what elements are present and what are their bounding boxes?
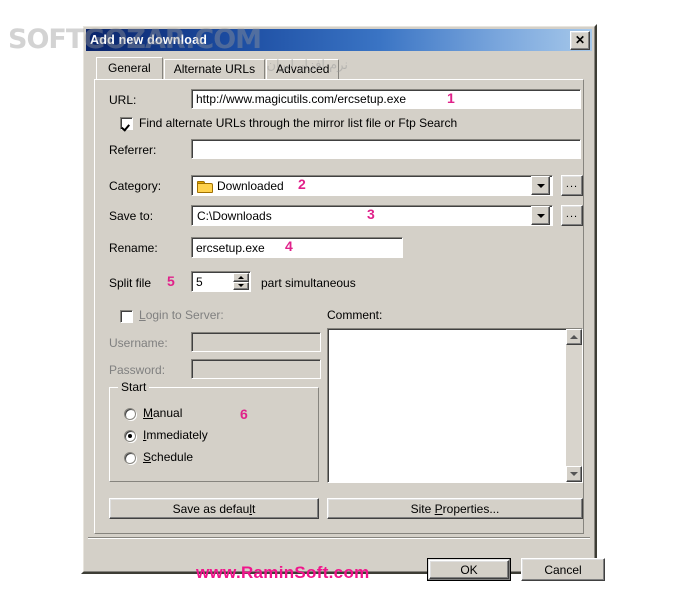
site-properties-label: Site Properties... — [410, 501, 500, 516]
split-file-value: 5 — [196, 274, 203, 289]
category-combo-text: Downloaded — [217, 178, 284, 193]
ok-button-label: OK — [429, 560, 509, 579]
login-label-rest: ogin to Server: — [145, 308, 224, 322]
radio-schedule-label: Schedule — [143, 450, 194, 464]
category-combo-value: Downloaded — [192, 179, 531, 193]
start-group-title: Start — [118, 380, 150, 394]
rename-label: Rename: — [109, 241, 158, 255]
close-icon[interactable]: ✕ — [570, 30, 590, 50]
split-file-suffix-label: part simultaneous — [261, 276, 356, 290]
comment-scrollbar[interactable] — [566, 329, 582, 482]
ok-button[interactable]: OK — [427, 558, 511, 581]
split-file-label: Split file — [109, 276, 152, 290]
category-browse-button[interactable]: ... — [561, 175, 583, 196]
save-to-label: Save to: — [109, 209, 154, 223]
rename-input[interactable]: ercsetup.exe — [191, 237, 403, 258]
stepper-up-icon[interactable] — [233, 273, 249, 282]
find-alternate-urls-checkbox[interactable] — [120, 117, 133, 130]
login-to-server-label: Login to Server: — [139, 308, 224, 322]
start-group: Start Manual Immediately Schedule 6 — [109, 380, 319, 482]
comment-label: Comment: — [327, 308, 383, 322]
tab-strip: General Alternate URLs Advanced — [86, 57, 592, 79]
comment-textarea[interactable] — [327, 328, 583, 483]
radio-manual[interactable] — [124, 408, 136, 420]
url-input[interactable]: http://www.magicutils.com/ercsetup.exe — [191, 89, 581, 109]
stepper-buttons[interactable] — [233, 273, 249, 290]
comment-text[interactable] — [328, 329, 566, 482]
category-combo[interactable]: Downloaded — [191, 175, 553, 196]
category-browse-label: ... — [565, 177, 579, 190]
save-to-browse-button[interactable]: ... — [561, 205, 583, 226]
tab-alternate-urls[interactable]: Alternate URLs — [163, 59, 266, 79]
referrer-label: Referrer: — [109, 143, 157, 157]
radio-manual-label: Manual — [143, 406, 183, 420]
username-input[interactable] — [191, 332, 321, 352]
footer-divider — [88, 537, 590, 539]
title-bar: Add new download ✕ — [86, 29, 592, 51]
site-properties-button[interactable]: Site Properties... — [327, 498, 583, 519]
radio-immediately-label: Immediately — [143, 428, 208, 442]
split-file-stepper[interactable]: 5 — [191, 271, 251, 292]
scroll-down-icon[interactable] — [566, 466, 582, 482]
save-to-browse-label: ... — [565, 207, 579, 220]
dialog-inner-frame: Add new download ✕ General Alternate URL… — [83, 26, 605, 582]
url-label: URL: — [109, 93, 137, 107]
stepper-down-icon[interactable] — [233, 281, 249, 290]
chevron-down-icon[interactable] — [531, 176, 550, 195]
save-as-default-label: Save as default — [172, 501, 256, 516]
cancel-button[interactable]: Cancel — [521, 558, 605, 581]
password-label: Password: — [109, 363, 166, 377]
login-to-server-checkbox[interactable] — [120, 310, 133, 323]
raminsoft-branding: www.RaminSoft.com — [196, 563, 370, 582]
tab-general[interactable]: General — [96, 57, 163, 79]
annotation-6: 6 — [240, 406, 248, 422]
save-to-combo-value: C:\Downloads — [197, 208, 272, 223]
radio-schedule[interactable] — [124, 452, 136, 464]
save-to-combo[interactable]: C:\Downloads — [191, 205, 553, 226]
username-label: Username: — [109, 336, 168, 350]
tab-advanced[interactable]: Advanced — [266, 59, 340, 79]
referrer-input[interactable] — [191, 139, 581, 159]
annotation-5: 5 — [167, 273, 175, 289]
folder-icon — [197, 180, 213, 193]
add-new-download-dialog: Add new download ✕ General Alternate URL… — [81, 24, 605, 582]
find-alternate-urls-label: Find alternate URLs through the mirror l… — [139, 116, 458, 130]
chevron-down-icon[interactable] — [531, 206, 550, 225]
tab-page-general: URL: http://www.magicutils.com/ercsetup.… — [94, 79, 584, 534]
dialog-title: Add new download — [90, 33, 208, 47]
radio-immediately[interactable] — [124, 430, 136, 442]
save-as-default-button[interactable]: Save as default — [109, 498, 319, 519]
password-input[interactable] — [191, 359, 321, 379]
category-label: Category: — [109, 179, 162, 193]
scroll-up-icon[interactable] — [566, 329, 582, 345]
